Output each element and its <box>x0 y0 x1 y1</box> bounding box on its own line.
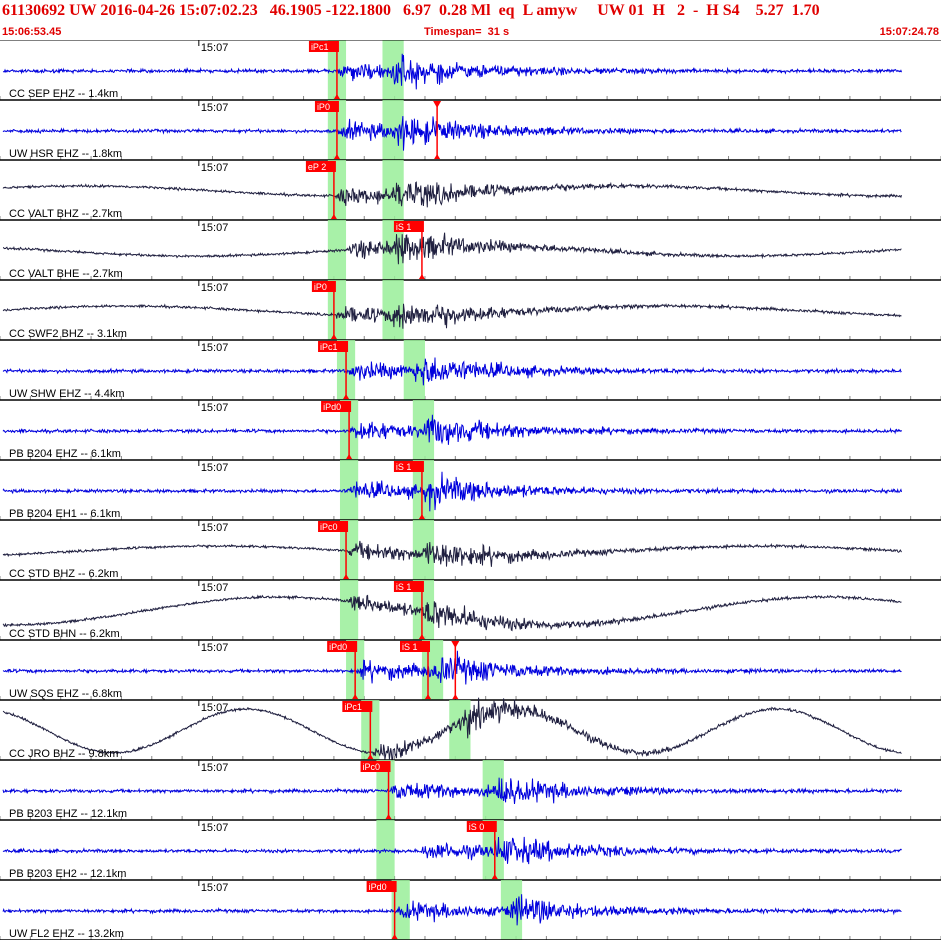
pick-marker-bottom <box>434 154 441 159</box>
minute-marker-label: 15:07 <box>201 342 229 354</box>
minute-marker-label: 15:07 <box>201 222 229 234</box>
minute-marker-label: 15:07 <box>201 282 229 294</box>
minute-marker-label: 15:07 <box>201 762 229 774</box>
window-start-time: 15:06:53.45 <box>2 26 62 38</box>
waveform-trace <box>2 357 902 386</box>
minute-marker-label: 15:07 <box>201 522 229 534</box>
minute-marker-label: 15:07 <box>201 582 229 594</box>
pick-label: iPd0 <box>329 642 347 652</box>
station-label: PB B203 EHZ -- 12.1km <box>9 808 127 820</box>
seismogram-panels[interactable]: 15:07 iPc1 CC SEP EHZ -- 1.4km 15:07 iP0 UW H… <box>0 40 941 940</box>
station-label: PB B204 EHZ -- 6.1km <box>9 448 121 460</box>
station-label: UW SHW EHZ -- 4.4km <box>9 388 125 400</box>
minute-marker-label: 15:07 <box>201 642 229 654</box>
station-label: UW SQS EHZ -- 6.8km <box>9 688 122 700</box>
waveform-trace <box>2 232 902 265</box>
minute-marker-label: 15:07 <box>201 822 229 834</box>
pick-window-band <box>382 280 404 340</box>
pick-label: iS 1 <box>396 222 412 232</box>
station-label: UW FL2 EHZ -- 13.2km <box>9 928 124 940</box>
station-label: CC SWF2 BHZ -- 3.1km <box>9 328 127 340</box>
minute-marker-label: 15:07 <box>201 42 229 54</box>
timespan-label: Timespan= 31 s <box>424 26 510 38</box>
waveform-trace <box>2 414 902 445</box>
pick-marker <box>451 641 460 648</box>
waveform-trace <box>2 303 902 329</box>
pick-marker <box>433 101 442 108</box>
waveform-trace <box>2 836 902 865</box>
station-label: CC STD BHN -- 6.2km <box>9 628 120 640</box>
pick-label: iS 1 <box>396 582 412 592</box>
pick-label: iPd0 <box>323 402 341 412</box>
waveform-trace <box>2 650 902 685</box>
station-label: PB B203 EH2 -- 12.1km <box>9 868 126 880</box>
station-label: CC SEP EHZ -- 1.4km <box>9 88 118 100</box>
waveform-trace <box>2 116 902 151</box>
waveform-trace <box>2 777 902 805</box>
event-summary-title: 61130692 UW 2016-04-26 15:07:02.23 46.19… <box>2 2 820 19</box>
waveform-trace <box>2 53 902 90</box>
minute-marker-label: 15:07 <box>201 162 229 174</box>
waveform-trace <box>2 540 902 567</box>
waveform-trace <box>2 594 902 632</box>
pick-label: iPc0 <box>320 522 338 532</box>
pick-label: iPc0 <box>363 762 381 772</box>
station-label: CC VALT BHZ -- 2.7km <box>9 208 122 220</box>
pick-marker-bottom <box>418 274 425 279</box>
station-label: CC JRO BHZ -- 9.8km <box>9 748 118 760</box>
pick-label: iS 1 <box>402 642 418 652</box>
pick-label: iPd0 <box>369 882 387 892</box>
event-header: 61130692 UW 2016-04-26 15:07:02.23 46.19… <box>0 0 941 40</box>
pick-label: iPc1 <box>320 342 338 352</box>
minute-marker-label: 15:07 <box>201 462 229 474</box>
waveform-trace <box>2 471 902 512</box>
station-label: PB B204 EH1 -- 6.1km <box>9 508 120 520</box>
pick-window-band <box>339 580 359 640</box>
pick-label: iS 1 <box>396 462 412 472</box>
pick-window-band <box>376 820 395 880</box>
minute-marker-label: 15:07 <box>201 102 229 114</box>
station-label: CC STD BHZ -- 6.2km <box>9 568 118 580</box>
waveform-trace <box>2 894 902 926</box>
pick-marker-bottom <box>452 694 459 699</box>
station-label: UW HSR EHZ -- 1.8km <box>9 148 122 160</box>
pick-label: iP0 <box>314 282 327 292</box>
window-end-time: 15:07:24.78 <box>879 26 939 38</box>
pick-label: eP 2 <box>308 162 326 172</box>
pick-label: iS 0 <box>469 822 485 832</box>
pick-label: iP0 <box>317 102 330 112</box>
station-label: CC VALT BHE -- 2.7km <box>9 268 123 280</box>
pick-label: iPc1 <box>344 702 362 712</box>
minute-marker-label: 15:07 <box>201 402 229 414</box>
minute-marker-label: 15:07 <box>201 882 229 894</box>
waveform-trace <box>2 181 902 208</box>
pick-label: iPc1 <box>311 42 329 52</box>
